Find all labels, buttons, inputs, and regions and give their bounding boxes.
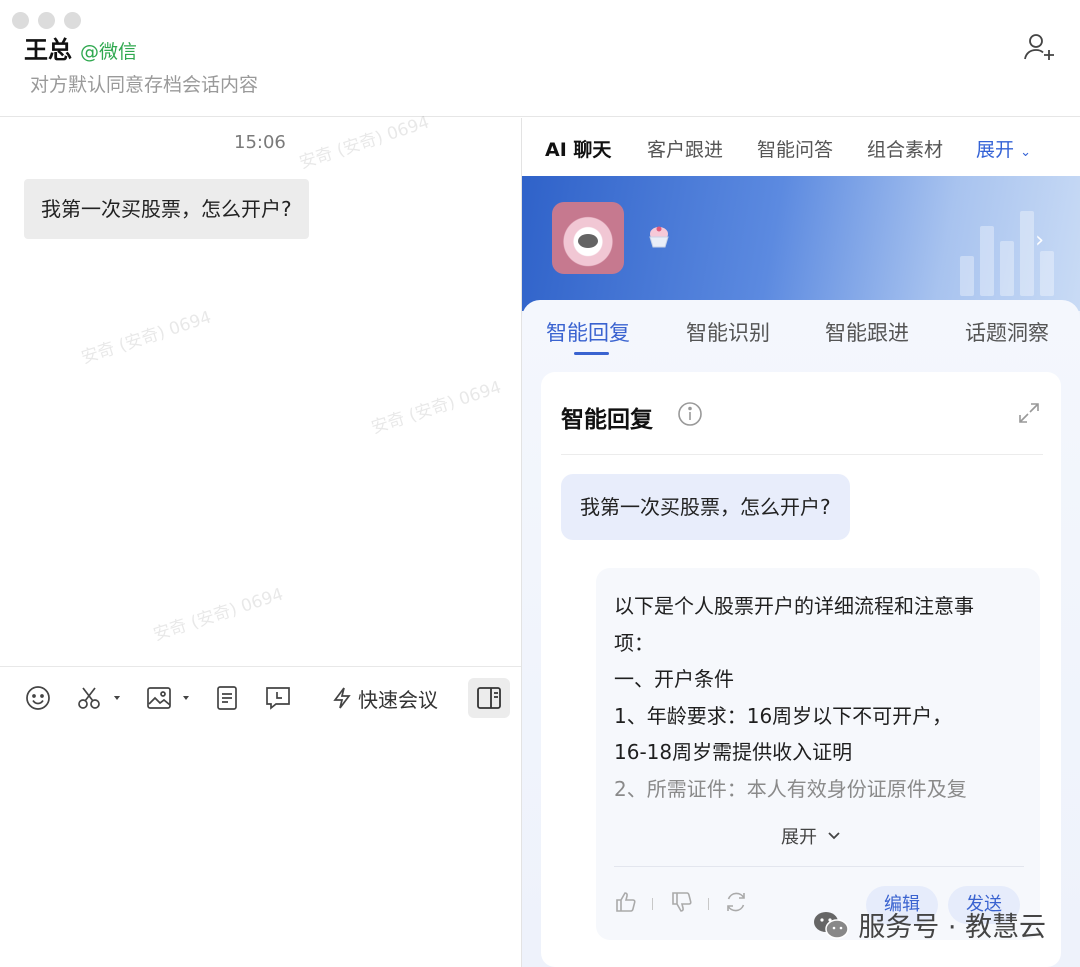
regenerate-icon[interactable] — [724, 890, 748, 914]
document-icon[interactable] — [211, 682, 243, 714]
answer-line: 项： — [614, 630, 654, 655]
dessert-icon — [644, 223, 674, 253]
answer-expand-button[interactable]: 展开 — [781, 823, 841, 849]
screenshot-scissors-icon[interactable] — [74, 682, 126, 714]
thumbs-down-icon[interactable] — [670, 890, 694, 914]
answer-block: 以下是个人股票开户的详细流程和注意事 项： 一、开户条件 1、年龄要求：16周岁… — [596, 568, 1040, 940]
answer-divider — [614, 866, 1024, 867]
message-bubble[interactable]: 我第一次买股票，怎么开户? — [24, 179, 309, 239]
add-user-icon[interactable] — [1022, 30, 1056, 64]
watermark: 安奇 (安奇) 0694 — [150, 584, 286, 646]
input-toolbar: 快速会议 — [0, 666, 521, 728]
chat-header: 王总 @微信 对方默认同意存档会话内容 — [0, 0, 1080, 117]
message-time: 15:06 — [234, 132, 286, 153]
tab-customer-followup[interactable]: 客户跟进 — [647, 135, 723, 162]
lightning-icon — [333, 687, 351, 709]
contact-source-tag: @微信 — [80, 41, 138, 63]
chevron-down-icon — [828, 832, 840, 840]
quick-meeting-button[interactable]: 快速会议 — [332, 682, 438, 714]
subtab-smart-recognition[interactable]: 智能识别 — [686, 317, 770, 347]
tab-smart-qa[interactable]: 智能问答 — [757, 135, 833, 162]
tab-combo-materials[interactable]: 组合素材 — [867, 135, 943, 162]
answer-line: 一、开户条件 — [614, 667, 734, 691]
feedback-separator — [708, 898, 709, 910]
subtab-topic-insight[interactable]: 话题洞察 — [965, 317, 1049, 347]
active-tab-underline — [574, 352, 609, 355]
answer-line: 2、所需证件：本人有效身份证原件及复 — [614, 776, 967, 801]
assistant-panel: AI 聊天 客户跟进 智能问答 组合素材 展开 ⌄ › 智能回复 智能识别 智能… — [522, 118, 1080, 967]
tab-expand-label: 展开 — [976, 139, 1015, 161]
side-panel-toggle-icon[interactable] — [468, 678, 510, 718]
tab-expand-more[interactable]: 展开 ⌄ — [976, 135, 1031, 162]
feedback-separator — [652, 898, 653, 910]
assistant-tabs: AI 聊天 客户跟进 智能问答 组合素材 展开 ⌄ — [522, 118, 1080, 176]
brand-watermark: 服务号 · 教慧云 — [812, 905, 1046, 944]
watermark: 安奇 (安奇) 0694 — [296, 112, 432, 174]
answer-text[interactable]: 以下是个人股票开户的详细流程和注意事 项： 一、开户条件 1、年龄要求：16周岁… — [614, 588, 1024, 807]
wechat-logo-icon — [814, 911, 849, 939]
decorative-bars — [950, 206, 1070, 296]
chat-pane: 15:06 安奇 (安奇) 0694 我第一次买股票，怎么开户? 安奇 (安奇)… — [0, 112, 521, 967]
chat-record-icon[interactable] — [262, 682, 294, 714]
answer-line: 1、年龄要求：16周岁以下不可开户， — [614, 703, 953, 728]
fullscreen-expand-icon[interactable] — [1017, 401, 1041, 425]
smart-reply-card: 智能回复 我第一次买股票，怎么开户? 以下是个人股票开户的详细流程和注意事 项：… — [541, 372, 1061, 967]
tab-ai-chat[interactable]: AI 聊天 — [545, 135, 611, 162]
title-row: 王总 @微信 — [24, 30, 137, 65]
chevron-right-icon[interactable]: › — [1035, 228, 1044, 253]
chevron-down-icon: ⌄ — [1020, 145, 1031, 160]
user-avatar[interactable] — [552, 202, 624, 274]
answer-expand-label: 展开 — [781, 827, 817, 848]
question-bubble: 我第一次买股票，怎么开户? — [561, 474, 850, 540]
thumbs-up-icon[interactable] — [614, 890, 638, 914]
assistant-banner: › — [522, 176, 1080, 311]
watermark: 安奇 (安奇) 0694 — [78, 307, 214, 369]
answer-line: 以下是个人股票开户的详细流程和注意事 — [614, 594, 974, 618]
subtab-smart-reply[interactable]: 智能回复 — [546, 317, 630, 347]
brand-text: 服务号 · 教慧云 — [858, 912, 1046, 943]
card-title: 智能回复 — [561, 407, 653, 433]
info-icon[interactable] — [677, 401, 703, 427]
image-icon[interactable] — [144, 682, 196, 714]
card-divider — [561, 454, 1043, 455]
archive-notice: 对方默认同意存档会话内容 — [30, 74, 259, 96]
emoji-icon[interactable] — [22, 682, 54, 714]
contact-name[interactable]: 王总 — [24, 30, 72, 65]
watermark: 安奇 (安奇) 0694 — [368, 377, 504, 439]
subtab-smart-followup[interactable]: 智能跟进 — [825, 317, 909, 347]
answer-line: 16-18周岁需提供收入证明 — [614, 740, 853, 764]
quick-meeting-label: 快速会议 — [358, 687, 438, 712]
